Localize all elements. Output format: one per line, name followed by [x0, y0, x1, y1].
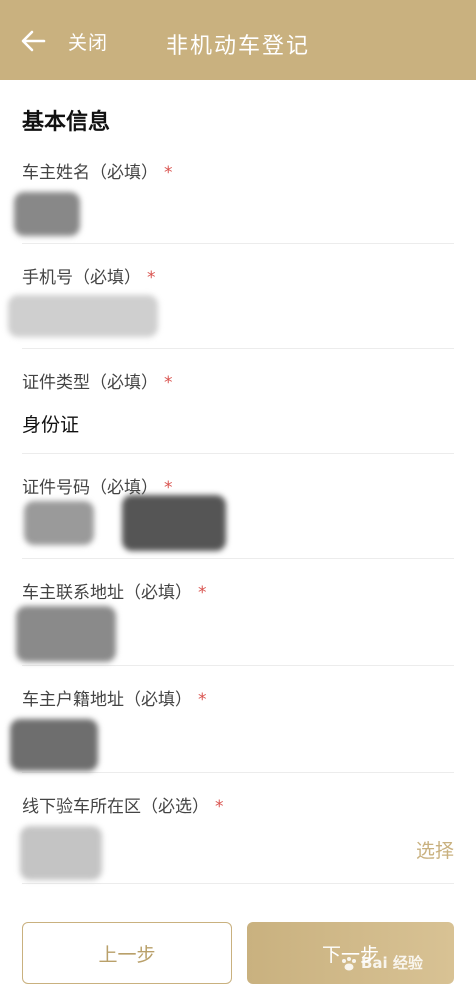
section-title: 基本信息 [22, 110, 111, 135]
redacted-value [14, 192, 80, 236]
required-mark: * [164, 163, 173, 183]
redacted-value [10, 719, 98, 771]
field-label: 车主户籍地址（必填） * [22, 690, 207, 710]
field-label: 车主姓名（必填） * [22, 163, 173, 183]
required-mark: * [215, 797, 224, 817]
field-label: 手机号（必填） * [22, 268, 156, 288]
field-label: 线下验车所在区（必选） * [22, 797, 224, 817]
household-address-field[interactable]: 车主户籍地址（必填） * [10, 685, 454, 773]
contact-address-field[interactable]: 车主联系地址（必填） * [16, 578, 454, 666]
redacted-value [8, 295, 158, 337]
app-header: 关闭 非机动车登记 [0, 0, 476, 80]
arrow-left-icon [21, 30, 46, 52]
paw-icon [342, 956, 356, 970]
inspection-district-field[interactable]: 线下验车所在区（必选） * 选择 [20, 792, 454, 884]
id-number-field[interactable]: 证件号码（必填） * [22, 473, 454, 559]
id-type-value: 身份证 [22, 414, 80, 436]
required-mark: * [198, 583, 207, 603]
field-label: 车主联系地址（必填） * [22, 583, 207, 603]
close-label: 关闭 [68, 31, 109, 54]
page-title: 非机动车登记 [166, 34, 311, 59]
redacted-value [122, 495, 226, 551]
required-mark: * [198, 690, 207, 710]
phone-field[interactable]: 手机号（必填） * [8, 263, 454, 349]
required-mark: * [147, 268, 156, 288]
id-type-field[interactable]: 证件类型（必填） * 身份证 [22, 368, 454, 454]
baidu-jingyan-watermark: Bai 经验 [340, 952, 423, 973]
redacted-value [16, 606, 116, 662]
previous-step-button[interactable]: 上一步 [22, 922, 232, 984]
close-button[interactable]: 关闭 [20, 24, 120, 58]
field-label: 证件类型（必填） * [22, 373, 173, 393]
owner-name-field[interactable]: 车主姓名（必填） * [14, 158, 454, 244]
watermark-text: Bai 经验 [361, 954, 423, 972]
required-mark: * [164, 373, 173, 393]
redacted-value [20, 826, 102, 880]
redacted-value [24, 501, 94, 545]
district-select-button[interactable]: 选择 [416, 836, 454, 863]
